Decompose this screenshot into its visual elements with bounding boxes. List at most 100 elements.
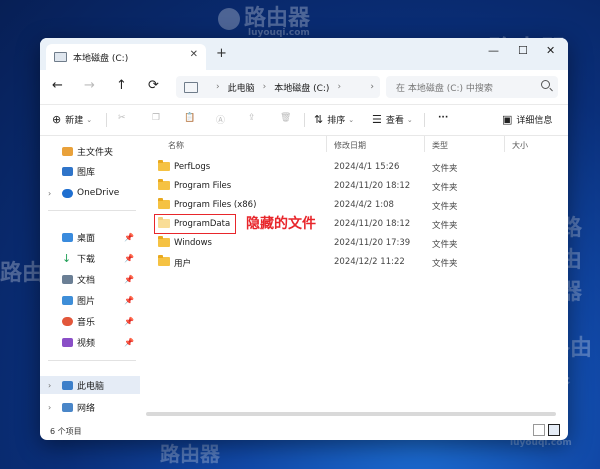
- toolbar-divider: [304, 113, 305, 127]
- new-label: 新建: [65, 116, 84, 126]
- view-icon: ☰: [372, 113, 382, 126]
- tab-local-disk[interactable]: 本地磁盘 (C:) ✕: [46, 44, 206, 70]
- column-divider[interactable]: [424, 136, 425, 152]
- chevron-right-icon[interactable]: ›: [48, 381, 51, 390]
- breadcrumb-local-disk[interactable]: 本地磁盘 (C:): [274, 81, 329, 94]
- paste-icon[interactable]: 📋: [184, 113, 195, 123]
- sidebar-item-label: 图库: [77, 167, 96, 178]
- file-list: 名称 修改日期 类型 大小 PerfLogs 2024/4/1 15:26 文件…: [146, 134, 568, 424]
- file-name: PerfLogs: [174, 162, 211, 172]
- table-row[interactable]: Windows 2024/11/20 17:39 文件夹: [150, 234, 560, 252]
- file-type: 文件夹: [432, 259, 458, 269]
- pin-icon: 📌: [124, 274, 134, 284]
- new-button[interactable]: ⊕ 新建 ⌄: [52, 113, 92, 126]
- forward-button[interactable]: →: [84, 78, 95, 93]
- rename-icon[interactable]: Ⓐ: [216, 113, 225, 126]
- breadcrumb-this-pc[interactable]: 此电脑: [228, 81, 255, 94]
- chevron-right-icon[interactable]: ›: [48, 189, 51, 198]
- details-label: 详细信息: [516, 116, 553, 126]
- column-header-name[interactable]: 名称: [168, 140, 184, 151]
- sidebar-item-onedrive[interactable]: › OneDrive: [40, 184, 140, 202]
- sidebar-item-label: 主文件夹: [77, 147, 114, 158]
- column-header-size[interactable]: 大小: [512, 140, 528, 151]
- sidebar-item-network[interactable]: › 网络: [40, 398, 140, 416]
- table-row[interactable]: Program Files 2024/11/20 18:12 文件夹: [150, 177, 560, 195]
- folder-icon: [158, 160, 170, 171]
- home-icon: [62, 146, 73, 156]
- search-input[interactable]: 在 本地磁盘 (C:) 中搜索: [386, 76, 558, 98]
- column-header-date[interactable]: 修改日期: [334, 140, 366, 151]
- close-icon[interactable]: ✕: [190, 49, 198, 60]
- file-date: 2024/12/2 11:22: [334, 257, 405, 267]
- sidebar-item-music[interactable]: 音乐 📌: [40, 312, 140, 330]
- share-icon[interactable]: ⇪: [248, 113, 256, 123]
- details-view-icon[interactable]: [533, 424, 545, 436]
- watermark-logo: 路由器: [160, 442, 220, 466]
- item-count: 6 个项目: [50, 427, 82, 436]
- toolbar-divider: [106, 113, 107, 127]
- sidebar-item-label: 下载: [77, 254, 96, 265]
- sidebar-item-videos[interactable]: 视频 📌: [40, 333, 140, 351]
- copy-icon[interactable]: ❐: [152, 113, 160, 123]
- refresh-button[interactable]: ⟳: [148, 78, 159, 93]
- chevron-down-icon[interactable]: ›: [370, 82, 374, 92]
- computer-icon: [184, 81, 198, 93]
- file-type: 文件夹: [432, 240, 458, 250]
- pin-icon: 📌: [124, 295, 134, 305]
- cut-icon[interactable]: ✂: [118, 113, 126, 123]
- column-divider[interactable]: [504, 136, 505, 152]
- view-button[interactable]: ☰ 查看 ⌄: [372, 113, 413, 126]
- table-row[interactable]: PerfLogs 2024/4/1 15:26 文件夹: [150, 158, 560, 176]
- sidebar-item-downloads[interactable]: ↓ 下载 📌: [40, 249, 140, 267]
- table-row[interactable]: 用户 2024/12/2 11:22 文件夹: [150, 253, 560, 271]
- status-bar: 6 个项目: [40, 422, 568, 440]
- annotation-label: 隐藏的文件: [246, 216, 316, 232]
- horizontal-scrollbar[interactable]: [146, 412, 556, 416]
- back-button[interactable]: ←: [52, 78, 63, 93]
- file-type: 文件夹: [432, 202, 458, 212]
- file-date: 2024/4/1 15:26: [334, 162, 400, 172]
- column-divider[interactable]: [326, 136, 327, 152]
- file-name: Windows: [174, 238, 212, 248]
- sidebar-item-this-pc[interactable]: › 此电脑: [40, 376, 140, 394]
- folder-icon: [158, 255, 170, 266]
- sort-label: 排序: [327, 116, 346, 126]
- drive-icon: [54, 52, 67, 62]
- desktop-icon: [62, 232, 73, 242]
- maximize-button[interactable]: ☐: [518, 44, 528, 57]
- address-bar-row: ← → ↑ ⟳ › 此电脑 › 本地磁盘 (C:) › › 在 本地磁盘 (C:…: [40, 70, 568, 105]
- breadcrumb-separator: ›: [262, 82, 267, 92]
- sidebar-item-label: 图片: [77, 296, 96, 307]
- tiles-view-icon[interactable]: [548, 424, 560, 436]
- file-name: Program Files: [174, 181, 232, 191]
- table-row[interactable]: Program Files (x86) 2024/4/2 1:08 文件夹: [150, 196, 560, 214]
- minimize-button[interactable]: —: [488, 44, 499, 57]
- breadcrumb-separator: ›: [337, 82, 342, 92]
- more-options-button[interactable]: ···: [438, 113, 448, 123]
- sidebar-item-documents[interactable]: 文档 📌: [40, 270, 140, 288]
- chevron-right-icon[interactable]: ›: [48, 403, 51, 412]
- chevron-down-icon: ⌄: [406, 115, 413, 124]
- sidebar-item-home[interactable]: 主文件夹: [40, 142, 140, 160]
- up-button[interactable]: ↑: [116, 78, 127, 93]
- pin-icon: 📌: [124, 337, 134, 347]
- video-icon: [62, 337, 73, 347]
- file-date: 2024/11/20 17:39: [334, 238, 411, 248]
- file-type: 文件夹: [432, 164, 458, 174]
- sidebar-item-desktop[interactable]: 桌面 📌: [40, 228, 140, 246]
- column-header-type[interactable]: 类型: [432, 140, 448, 151]
- search-icon: [541, 80, 550, 89]
- details-pane-button[interactable]: ▣ 详细信息: [502, 113, 552, 126]
- file-explorer-window: 本地磁盘 (C:) ✕ + — ☐ ✕ ← → ↑ ⟳ › 此电脑 › 本地磁盘…: [40, 38, 568, 440]
- file-name: 用户: [174, 259, 192, 269]
- sidebar-item-pictures[interactable]: 图片 📌: [40, 291, 140, 309]
- delete-icon[interactable]: 🗑: [280, 113, 291, 123]
- file-name: Program Files (x86): [174, 200, 257, 210]
- address-input[interactable]: › 此电脑 › 本地磁盘 (C:) › ›: [176, 76, 380, 98]
- new-tab-button[interactable]: +: [216, 46, 227, 61]
- file-type: 文件夹: [432, 221, 458, 231]
- sidebar-item-gallery[interactable]: 图库: [40, 162, 140, 180]
- table-row[interactable]: ProgramData 2024/11/20 18:12 文件夹 隐藏的文件: [150, 214, 560, 234]
- sort-button[interactable]: ⇅ 排序 ⌄: [314, 113, 354, 126]
- close-window-button[interactable]: ✕: [546, 44, 555, 57]
